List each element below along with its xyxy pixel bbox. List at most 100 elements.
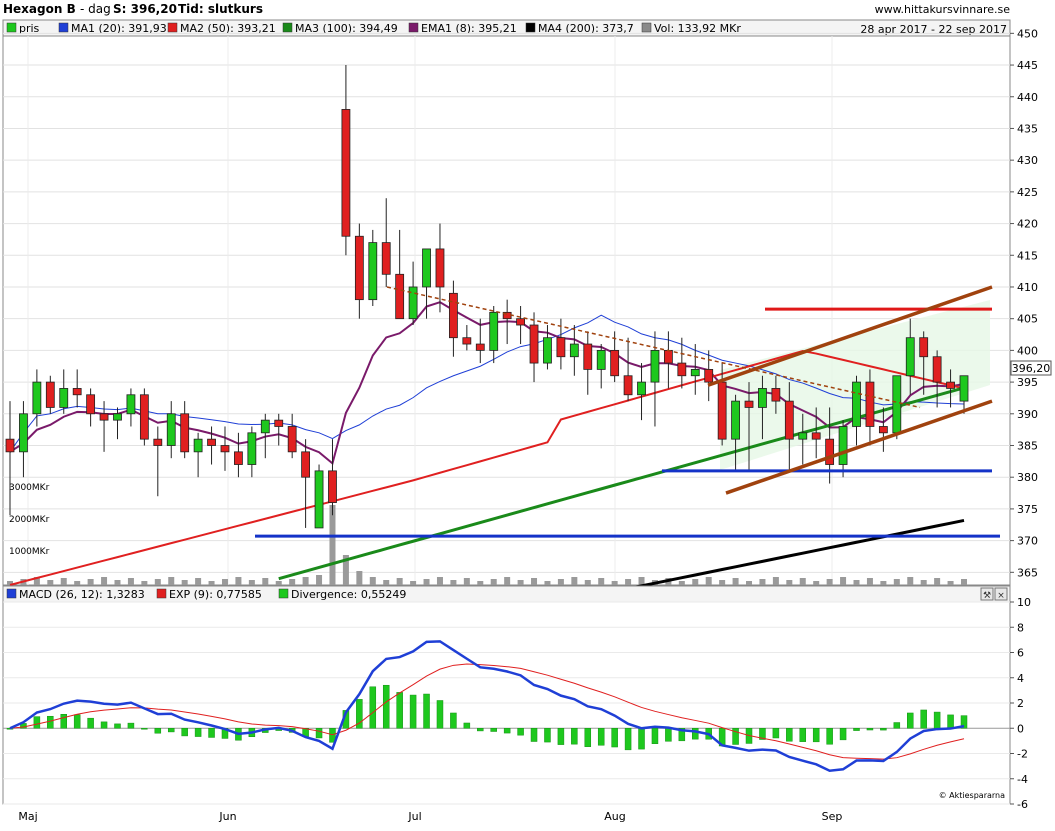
volume-bar	[410, 581, 417, 585]
macd-legend-swatch	[6, 588, 17, 599]
divergence-bar	[544, 728, 551, 743]
candle	[274, 419, 284, 427]
y-tick-label: 390	[1017, 408, 1038, 421]
volume-bar	[947, 581, 954, 585]
candle	[959, 375, 969, 402]
candle	[878, 426, 888, 434]
volume-bar	[853, 580, 860, 585]
y-tick-label: 385	[1017, 440, 1038, 453]
legend-swatch	[408, 22, 419, 33]
divergence-bar	[208, 728, 215, 738]
divergence-bar	[893, 722, 901, 729]
candle	[865, 381, 875, 427]
candle	[811, 432, 821, 440]
divergence-bar	[880, 728, 887, 731]
divergence-bar	[396, 692, 403, 729]
volume-label-1000: 1000MKr	[9, 547, 50, 557]
y-tick-label: 395	[1017, 376, 1038, 389]
divergence-bar	[826, 728, 833, 745]
candle	[690, 369, 700, 377]
x-tick-label: Sep	[822, 810, 843, 823]
volume-bar	[584, 580, 591, 585]
candle	[72, 388, 82, 396]
candle	[220, 445, 230, 453]
date-range: 28 apr 2017 - 22 sep 2017	[860, 23, 1007, 36]
divergence-bar	[194, 728, 202, 737]
volume-bar	[450, 580, 457, 585]
divergence-bar	[853, 728, 860, 731]
legend-swatch	[58, 22, 69, 33]
candle	[59, 388, 69, 408]
candle	[113, 413, 122, 421]
macd-panel	[2, 585, 1011, 805]
macd-y-tick-label: 0	[1017, 722, 1024, 735]
candle	[583, 343, 593, 370]
divergence-bar	[638, 728, 645, 750]
volume-bar	[463, 578, 470, 585]
volume-bar	[799, 578, 806, 585]
divergence-bar	[651, 728, 659, 744]
candle	[126, 394, 136, 415]
volume-bar	[746, 581, 753, 585]
candle	[32, 381, 42, 415]
volume-label-3000: 3000MKr	[9, 483, 50, 493]
divergence-bar	[141, 728, 148, 730]
candle	[153, 438, 163, 446]
divergence-bar	[33, 716, 41, 729]
volume-bar	[840, 577, 847, 585]
candle	[45, 381, 55, 408]
volume-bar	[154, 579, 161, 585]
volume-bar	[504, 577, 511, 585]
volume-bar	[383, 580, 390, 585]
candle	[771, 388, 781, 402]
candle	[838, 426, 848, 465]
volume-bar	[87, 579, 94, 585]
candle	[650, 349, 660, 383]
volume-bar	[302, 577, 309, 585]
volume-bar	[221, 579, 228, 585]
chart-title: Hexagon B	[3, 2, 76, 16]
volume-bar	[436, 577, 443, 585]
macd-y-tick-label: 4	[1017, 672, 1024, 685]
y-tick-label: 435	[1017, 122, 1038, 135]
volume-bar	[732, 578, 739, 585]
y-tick-label: 365	[1017, 566, 1038, 579]
volume-bar	[880, 581, 887, 585]
macd-legend-label: MACD (26, 12): 1,3283	[19, 588, 145, 601]
y-tick-label: 450	[1017, 27, 1038, 40]
macd-y-tick-label: -2	[1017, 748, 1028, 761]
volume-bar	[961, 579, 967, 585]
divergence-bar	[839, 728, 847, 741]
candle	[287, 426, 297, 453]
candle	[704, 369, 714, 383]
candle	[663, 349, 673, 364]
candle	[234, 451, 243, 465]
divergence-bar	[100, 721, 108, 729]
x-tick-label: Aug	[604, 810, 625, 823]
divergence-bar	[557, 728, 565, 745]
divergence-bar	[503, 728, 511, 734]
volume-bar	[289, 579, 296, 585]
y-tick-label: 420	[1017, 218, 1038, 231]
macd-y-tick-label: 10	[1017, 596, 1031, 609]
divergence-bar	[409, 694, 417, 729]
candle	[610, 349, 620, 377]
y-tick-label: 370	[1017, 535, 1038, 548]
candle	[247, 432, 257, 465]
volume-bar	[275, 581, 282, 585]
divergence-bar	[517, 728, 524, 736]
x-tick-label: Jul	[407, 810, 421, 823]
volume-bar	[557, 579, 564, 585]
volume-bar	[611, 581, 618, 585]
volume-bar	[531, 578, 538, 585]
candle	[301, 451, 311, 478]
volume-bar	[127, 578, 134, 585]
volume-bar	[866, 578, 873, 585]
y-tick-label: 445	[1017, 59, 1038, 72]
macd-y-tick-label: -4	[1017, 773, 1028, 786]
candle	[139, 394, 149, 440]
volume-bar	[423, 579, 430, 585]
divergence-bar	[181, 728, 188, 737]
divergence-bar	[47, 715, 54, 729]
legend-swatch	[525, 22, 536, 33]
